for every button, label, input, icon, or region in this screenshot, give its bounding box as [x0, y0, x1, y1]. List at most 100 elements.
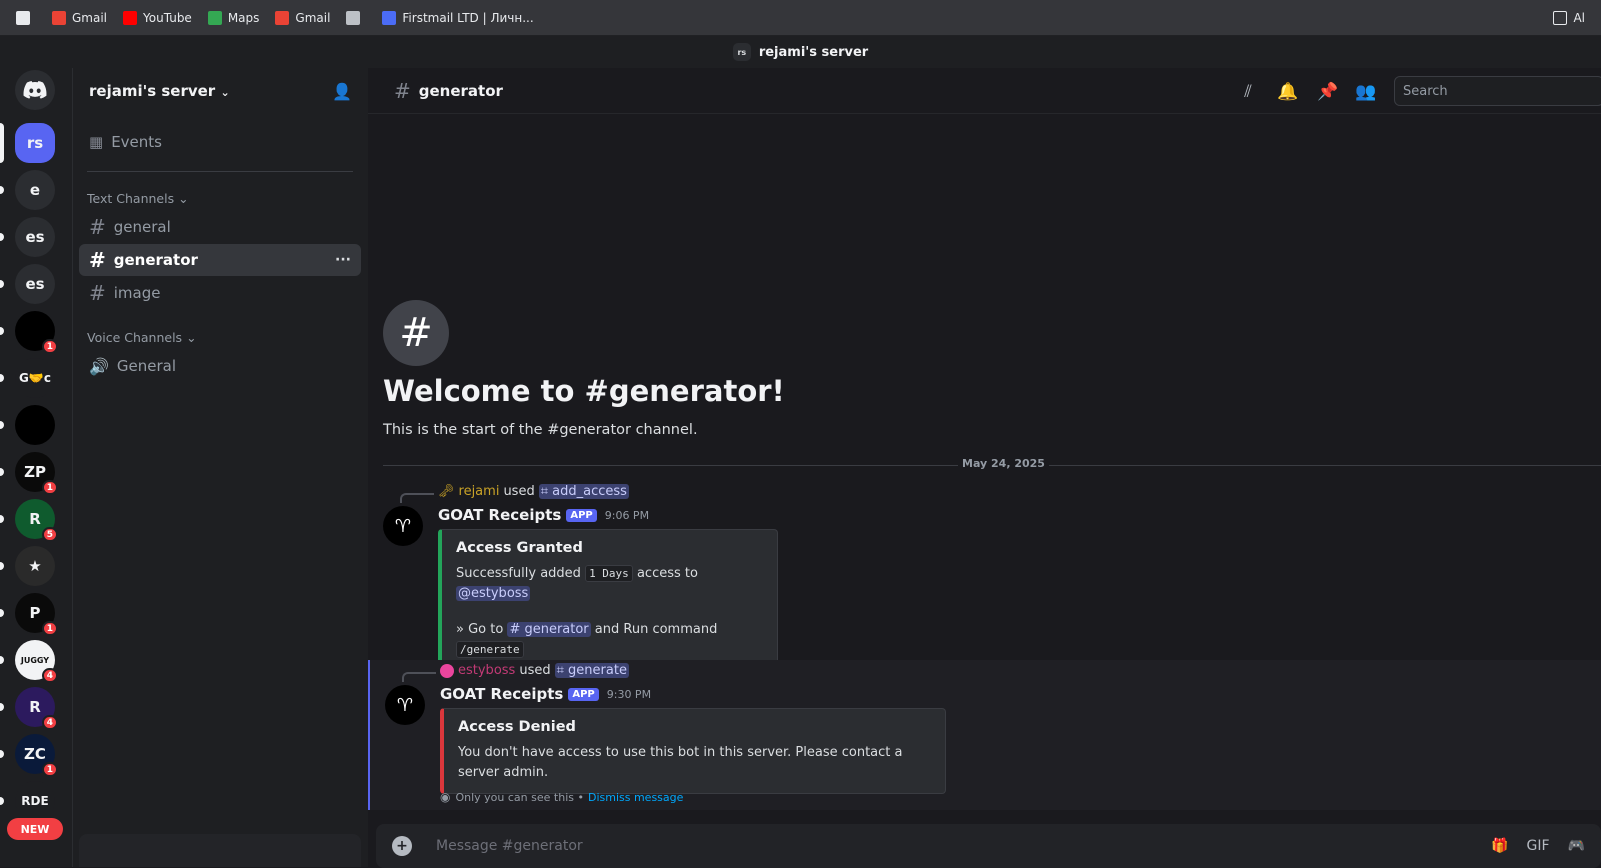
folder-icon — [1553, 10, 1568, 25]
author-name[interactable]: GOAT Receipts — [438, 506, 561, 524]
user-mention[interactable]: @estyboss — [456, 586, 531, 601]
channel-generator[interactable]: # generator ··· — [79, 244, 361, 276]
embed-line-1: Successfully added 1 Days access to @est… — [456, 565, 698, 601]
gif-icon[interactable]: GIF — [1527, 838, 1550, 854]
channel-mention[interactable]: # generator — [507, 622, 591, 637]
channel-hashtag-icon: # — [383, 300, 449, 366]
new-badge[interactable]: NEW — [7, 818, 63, 840]
add-attachment-icon[interactable]: + — [392, 836, 412, 856]
slash-command-link[interactable]: ⌗ add_access — [538, 484, 629, 499]
invite-people-icon[interactable]: 👤 — [332, 82, 352, 101]
server-icon-0[interactable]: rs — [0, 123, 55, 163]
server-icon-13[interactable]: ZC 1 — [0, 734, 58, 777]
hashtag-icon: # — [89, 281, 106, 305]
main-chat: # generator ⫽ 🔔 📌 👥 Search # Welcome to … — [368, 68, 1601, 868]
key-icon: 🗝 — [438, 484, 455, 499]
sticker-icon[interactable]: 🎮 — [1568, 838, 1585, 854]
rde-icon: RDE — [21, 794, 49, 808]
server-icon-7[interactable]: ZP 1 — [0, 452, 58, 495]
server-header[interactable]: rejami's server ⌄ 👤 — [73, 68, 368, 114]
server-icon-2[interactable]: es — [0, 217, 55, 257]
voice-channels-category[interactable]: Voice Channels ⌄ — [87, 330, 197, 345]
window-title: rejami's server — [758, 44, 869, 60]
calendar-icon: ▦ — [89, 133, 104, 151]
all-bookmarks[interactable]: Al — [1553, 10, 1585, 25]
server-icon-4[interactable]: 1 — [0, 311, 58, 354]
channel-general[interactable]: # general — [79, 211, 361, 243]
mention-badge: 1 — [41, 621, 58, 636]
discord-home-button[interactable] — [15, 70, 55, 110]
message-composer[interactable]: + Message #generator 🎁 GIF 🎮 — [376, 824, 1601, 868]
embed-title: Access Granted — [456, 540, 583, 556]
threads-icon[interactable]: ⫽ — [1238, 82, 1258, 102]
youtube-icon — [123, 10, 138, 25]
server-icon-1[interactable]: e — [0, 170, 55, 210]
bookmark-item[interactable] — [16, 10, 36, 25]
mention-badge: 1 — [41, 480, 58, 495]
unread-pip — [0, 656, 4, 664]
server-icon-14[interactable]: RDE — [0, 781, 55, 821]
embed-access-denied: Access Denied You don't have access to u… — [440, 708, 946, 794]
discord-avatar-icon — [440, 663, 454, 678]
bookmark-item[interactable]: Gmail — [275, 10, 330, 25]
bookmark-item[interactable] — [346, 10, 366, 25]
channel-sidebar: rejami's server ⌄ 👤 ▦ Events Text Channe… — [72, 68, 368, 867]
pin-icon[interactable]: 📌 — [1317, 82, 1338, 102]
dismiss-message-link[interactable]: Dismiss message — [588, 791, 683, 804]
server-icon-3[interactable]: es — [0, 264, 55, 304]
unread-pip — [0, 750, 4, 758]
bookmark-item[interactable]: Gmail — [52, 10, 107, 25]
server-name: rejami's server — [89, 82, 216, 100]
server-icon-9[interactable]: ★ — [0, 546, 55, 586]
zp-icon: ZP — [24, 463, 46, 481]
more-options-icon[interactable]: ··· — [335, 252, 351, 268]
title-bar: rs rejami's server — [0, 36, 1601, 68]
bookmarks-bar: Gmail YouTube Maps Gmail Firstmail LTD | Лич… — [0, 0, 1601, 36]
unread-pip — [0, 233, 4, 241]
r-purple-icon: R — [29, 698, 41, 716]
ephemeral-note: ◉ Only you can see this • Dismiss messag… — [440, 790, 684, 804]
message-input[interactable]: Message #generator — [436, 838, 583, 854]
reply-curve — [400, 493, 434, 503]
juggy-icon: JUGGY — [20, 655, 50, 665]
server-icon-5[interactable]: G🤝c — [0, 358, 55, 398]
unread-pip — [0, 797, 4, 805]
hashtag-icon: # — [89, 248, 106, 272]
channel-image[interactable]: # image — [79, 277, 361, 309]
star-icon: ★ — [28, 557, 42, 575]
welcome-title: Welcome to #generator! — [383, 374, 785, 408]
unread-pip — [0, 374, 4, 382]
search-input[interactable]: Search — [1394, 76, 1601, 106]
bot-avatar[interactable]: ♈ — [383, 506, 423, 546]
mention-badge: 4 — [41, 715, 58, 730]
voice-channel-general[interactable]: 🔊 General — [79, 350, 361, 382]
server-icon-6[interactable] — [0, 405, 55, 445]
server-mini-icon: rs — [732, 43, 751, 61]
bookmark-item[interactable]: Firstmail LTD | Личн... — [382, 10, 534, 25]
server-icon-10[interactable]: P1 — [0, 593, 58, 636]
ref-user[interactable]: estyboss — [458, 663, 515, 678]
bell-icon[interactable]: 🔔 — [1277, 82, 1298, 102]
events-item[interactable]: ▦ Events — [79, 126, 361, 158]
server-rail: rs e es es 1 G🤝c ZP 1 R 5 ★ P 1 JUGGY 4 R 4 ZC 1 RDE — [0, 68, 72, 867]
server-icon-11[interactable]: JUGGY 4 — [0, 640, 58, 683]
members-icon[interactable]: 👥 — [1355, 82, 1376, 102]
server-icon-12[interactable]: R4 — [0, 687, 58, 730]
server-icon-8[interactable]: R5 — [0, 499, 58, 542]
message-2: estyboss used ⌗ generate ♈ GOAT Receipts… — [368, 660, 1601, 810]
unread-pip — [0, 515, 4, 523]
gift-icon[interactable]: 🎁 — [1491, 838, 1508, 854]
slash-command-link[interactable]: ⌗ generate — [554, 663, 629, 678]
bookmark-item[interactable]: YouTube — [123, 10, 192, 25]
unread-pip — [0, 703, 4, 711]
bookmark-item[interactable]: Maps — [207, 10, 259, 25]
unread-pip — [0, 562, 4, 570]
mention-badge: 1 — [41, 339, 58, 354]
goat-icon: ♈ — [394, 515, 412, 537]
ref-user[interactable]: rejami — [459, 484, 500, 499]
embed-line-2: » Go to # generator and Run command /gen… — [456, 622, 718, 658]
author-name[interactable]: GOAT Receipts — [440, 685, 563, 703]
globe-icon — [346, 10, 361, 25]
bot-avatar[interactable]: ♈ — [385, 685, 425, 725]
text-channels-category[interactable]: Text Channels ⌄ — [87, 191, 189, 206]
